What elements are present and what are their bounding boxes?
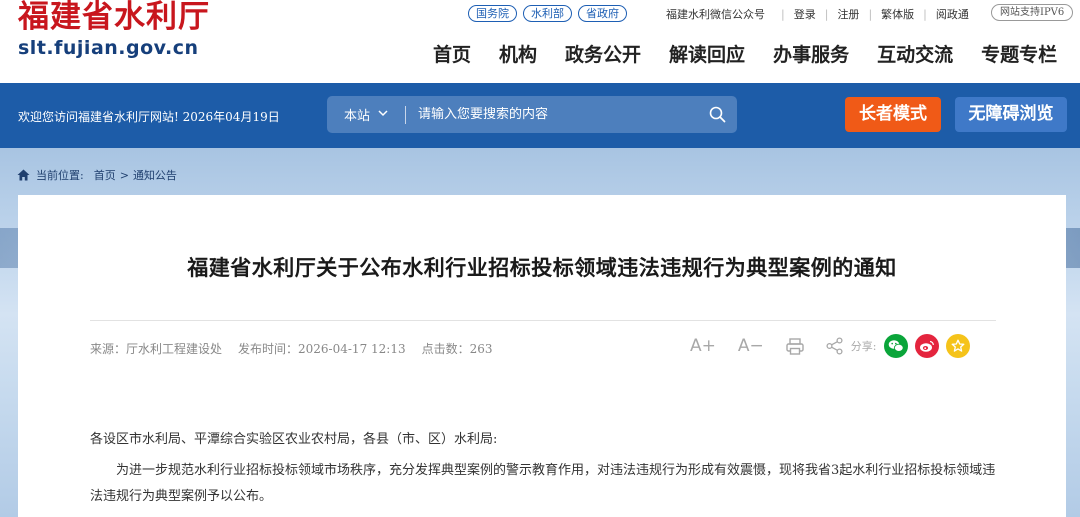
login-link[interactable]: 登录 <box>794 6 816 22</box>
welcome-message: 欢迎您访问福建省水利厅网站! 2026年04月19日 <box>18 110 280 124</box>
breadcrumb-current-link[interactable]: 通知公告 <box>133 167 177 183</box>
article-click-count: 点击数：263 <box>421 342 493 356</box>
breadcrumb: 当前位置: 首页 > 通知公告 <box>17 167 181 183</box>
print-icon[interactable] <box>786 337 804 355</box>
font-increase-button[interactable]: A+ <box>690 336 716 356</box>
gov-links: 国务院 水利部 省政府 <box>468 5 627 22</box>
nav-home[interactable]: 首页 <box>433 41 471 69</box>
title-divider <box>90 320 996 321</box>
breadcrumb-home-link[interactable]: 首页 <box>94 167 116 183</box>
search-icon[interactable] <box>697 96 737 133</box>
top-utility-links: 福建水利微信公众号 | 登录 | 注册 | 繁体版 | 阅政通 <box>666 6 969 22</box>
nav-government-affairs[interactable]: 政务公开 <box>565 41 641 69</box>
breadcrumb-label: 当前位置: <box>36 169 84 182</box>
share-label: 分享: <box>850 340 877 353</box>
favorite-star-icon[interactable] <box>946 334 971 358</box>
divider: | <box>781 7 785 21</box>
gov-link-water-ministry[interactable]: 水利部 <box>523 5 572 22</box>
site-logo[interactable]: 福建省水利厅 <box>18 0 210 35</box>
nav-interpretation[interactable]: 解读回应 <box>669 41 745 69</box>
search-box: 本站 <box>327 96 737 133</box>
article-source: 来源：厅水利工程建设处 <box>90 342 223 356</box>
ipv6-badge: 网站支持IPV6 <box>991 4 1074 21</box>
breadcrumb-separator: > <box>119 168 129 182</box>
search-bar-strip: 欢迎您访问福建省水利厅网站! 2026年04月19日 本站 长者模式 无障碍浏览 <box>0 83 1080 148</box>
article-body: 各设区市水利局、平潭综合实验区农业农村局，各县（市、区）水利局: 为进一步规范水… <box>90 427 1000 510</box>
article-title: 福建省水利厅关于公布水利行业招标投标领域违法违规行为典型案例的通知 <box>187 255 897 280</box>
nav-interaction[interactable]: 互动交流 <box>877 41 953 69</box>
article-card: 福建省水利厅关于公布水利行业招标投标领域违法违规行为典型案例的通知 来源：厅水利… <box>18 195 1066 517</box>
nav-organization[interactable]: 机构 <box>499 41 537 69</box>
chevron-down-icon <box>378 109 388 120</box>
wechat-account-link[interactable]: 福建水利微信公众号 <box>666 6 765 22</box>
font-decrease-button[interactable]: A− <box>738 336 764 356</box>
site-domain: slt.fujian.gov.cn <box>18 37 199 59</box>
site-header: 福建省水利厅 slt.fujian.gov.cn 国务院 水利部 省政府 福建水… <box>0 0 1080 83</box>
search-input[interactable] <box>406 107 697 122</box>
wechat-share-icon[interactable] <box>884 334 909 358</box>
divider: | <box>868 7 873 21</box>
search-scope-label: 本站 <box>344 109 371 124</box>
traditional-chinese-link[interactable]: 繁体版 <box>881 6 914 22</box>
gov-link-state-council[interactable]: 国务院 <box>468 5 517 22</box>
search-scope-select[interactable]: 本站 <box>327 105 405 124</box>
accessible-browse-button[interactable]: 无障碍浏览 <box>955 97 1067 132</box>
article-salutation: 各设区市水利局、平潭综合实验区农业农村局，各县（市、区）水利局: <box>90 432 498 447</box>
divider: | <box>923 7 927 21</box>
main-nav: 首页 机构 政务公开 解读回应 办事服务 互动交流 专题专栏 <box>433 41 1057 69</box>
elder-mode-button[interactable]: 长者模式 <box>845 97 941 132</box>
article-meta: 来源：厅水利工程建设处 发布时间：2026-04-17 12:13 点击数：26… <box>90 340 509 357</box>
article-paragraph: 为进一步规范水利行业招标投标领域市场秩序，充分发挥典型案例的警示教育作用，对违法… <box>90 463 996 504</box>
nav-services[interactable]: 办事服务 <box>773 41 849 69</box>
home-icon <box>17 169 30 181</box>
divider: | <box>824 7 829 21</box>
article-publish-time: 发布时间：2026-04-17 12:13 <box>238 342 406 356</box>
yuezhengtong-link[interactable]: 阅政通 <box>936 6 969 22</box>
article-tools: A+ A− 分享: <box>690 334 977 358</box>
share-icon[interactable] <box>826 337 843 355</box>
nav-special-topics[interactable]: 专题专栏 <box>981 41 1057 69</box>
weibo-share-icon[interactable] <box>915 334 940 358</box>
register-link[interactable]: 注册 <box>837 6 859 22</box>
gov-link-provincial-gov[interactable]: 省政府 <box>578 5 627 22</box>
